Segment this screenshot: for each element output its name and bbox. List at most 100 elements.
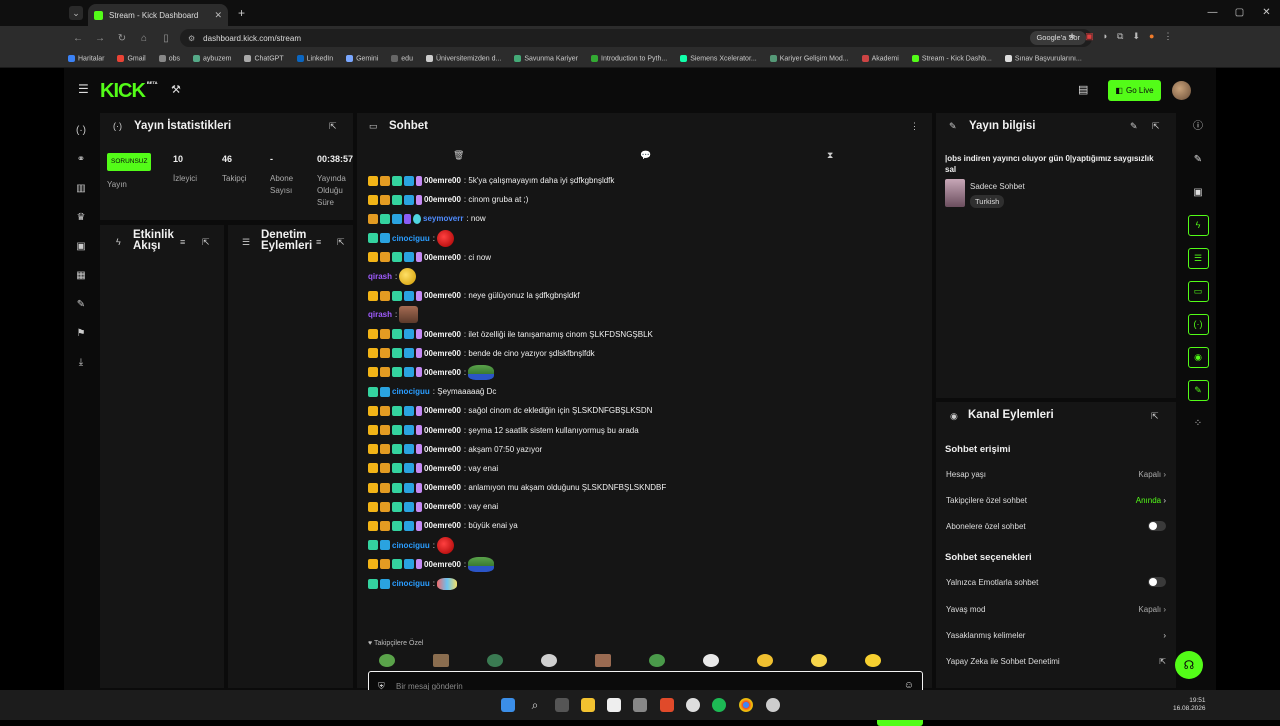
popout-icon[interactable]: ⇱ [1152, 121, 1160, 132]
followers-chat-row[interactable]: Takipçilere özel sohbet Anında › [946, 487, 1166, 513]
bookmark-item[interactable]: obs [158, 54, 180, 62]
chat-message[interactable]: seymoverr: now [368, 209, 928, 228]
chat-message[interactable]: 00emre00: büyük enai ya [368, 516, 928, 535]
chat-message[interactable]: qirash: [368, 267, 928, 286]
emote-icon[interactable] [865, 654, 881, 667]
analytics-icon[interactable]: ▥ [64, 183, 98, 199]
hamburger-menu-icon[interactable]: ☰ [78, 82, 89, 96]
chat-username[interactable]: 00emre00 [424, 426, 461, 435]
home-icon[interactable]: ⌂ [133, 33, 155, 44]
chat-message[interactable]: 00emre00: 5k'ya çalışmayayım daha iyi şd… [368, 171, 928, 190]
chat-username[interactable]: 00emre00 [424, 406, 461, 415]
downloads-icon[interactable]: ⬇ [1132, 31, 1140, 42]
banned-words-row[interactable]: Yasaklanmış kelimeler › [946, 622, 1166, 648]
bookmark-item[interactable]: ChatGPT [244, 54, 284, 62]
chat-toggle-icon[interactable]: ▭ [1187, 281, 1209, 302]
app-icon[interactable] [766, 698, 780, 712]
chat-message[interactable]: cinociguu: [368, 229, 928, 248]
chat-username[interactable]: seymoverr [423, 214, 463, 223]
chat-username[interactable]: 00emre00 [424, 464, 461, 473]
media-icon[interactable]: ▣ [1180, 182, 1216, 203]
community-icon[interactable]: ⚑ [64, 328, 98, 344]
chart-icon[interactable]: ▦ [64, 270, 98, 286]
file-explorer-icon[interactable] [581, 698, 595, 712]
chat-username[interactable]: 00emre00 [424, 195, 461, 204]
help-chat-icon[interactable]: ☊ [1175, 651, 1203, 679]
emote-icon[interactable] [811, 654, 827, 667]
chat-message-list[interactable]: 00emre00: 5k'ya çalışmayayım daha iyi şd… [368, 171, 928, 593]
profile-icon[interactable]: ● [1149, 31, 1154, 42]
bookmark-item[interactable]: Haritalar [68, 54, 104, 62]
chat-message[interactable]: 00emre00: vay enai [368, 459, 928, 478]
filter-icon[interactable]: ≡ [180, 237, 185, 247]
emote-icon[interactable] [487, 654, 503, 667]
tab-search-icon[interactable]: ⌄ [69, 6, 83, 20]
add-widget-icon[interactable]: ⁘ [1180, 413, 1216, 434]
stream-info-toggle-icon[interactable]: ✎ [1187, 380, 1209, 401]
app-icon[interactable] [633, 698, 647, 712]
info-icon[interactable]: ⓘ [1180, 116, 1216, 137]
pen-icon[interactable]: ✎ [1180, 149, 1216, 170]
maximize-icon[interactable]: ▢ [1226, 0, 1253, 26]
chat-message[interactable]: 00emre00: [368, 555, 928, 574]
kick-logo[interactable]: KICK BETA [100, 80, 157, 103]
hammer-icon[interactable]: ⚒ [171, 83, 181, 96]
chat-username[interactable]: 00emre00 [424, 502, 461, 511]
popout-icon[interactable]: ⇱ [337, 237, 345, 248]
bookmark-item[interactable]: Akademi [861, 54, 899, 62]
site-info-icon[interactable]: ⚙ [188, 34, 195, 43]
clock[interactable]: 19:51 16.08.2026 [1173, 697, 1206, 713]
wrench-icon[interactable]: ✎ [64, 299, 98, 315]
account-age-row[interactable]: Hesap yaşı Kapalı › [946, 461, 1166, 487]
chat-message[interactable]: cinociguu: Şeymaaaaağ Dc [368, 382, 928, 401]
avatar[interactable] [1172, 81, 1191, 100]
emote-icon[interactable] [703, 654, 719, 667]
chat-message[interactable]: 00emre00: anlamıyon mu akşam olduğunu ŞL… [368, 478, 928, 497]
trophy-icon[interactable]: ♛ [64, 212, 98, 228]
activity-toggle-icon[interactable]: ϟ [1187, 215, 1209, 236]
search-icon[interactable]: ⌕ [528, 698, 542, 712]
bookmark-item[interactable]: Stream - Kick Dashb... [911, 54, 992, 62]
star-icon[interactable]: ★ [1068, 31, 1076, 42]
bookmark-item[interactable]: Sınav Başvurularını... [1004, 54, 1082, 62]
bookmark-item[interactable]: aybuzem [193, 54, 231, 62]
extension-badge-icon[interactable]: ▣ [1085, 31, 1094, 42]
emote-icon[interactable] [433, 654, 449, 667]
popout-icon[interactable]: ⇱ [1151, 411, 1159, 422]
emote-icon[interactable] [379, 654, 395, 667]
app-icon[interactable] [686, 698, 700, 712]
extension-icon[interactable]: ◗ [1103, 31, 1108, 42]
chat-message[interactable]: 00emre00: ilet özelliği ile tanışamamış … [368, 325, 928, 344]
category-thumbnail[interactable] [945, 179, 965, 207]
sidepanel-icon[interactable]: ▯ [155, 33, 177, 44]
chat-username[interactable]: 00emre00 [424, 176, 461, 185]
emote-icon[interactable] [541, 654, 557, 667]
back-icon[interactable]: ← [67, 33, 89, 44]
chat-username[interactable]: cinociguu [392, 387, 430, 396]
chat-message[interactable]: 00emre00: akşam 07:50 yazıyor [368, 440, 928, 459]
chat-message[interactable]: 00emre00: [368, 363, 928, 382]
window-close-icon[interactable]: ✕ [1253, 0, 1280, 26]
download-icon[interactable]: ⤓ [64, 357, 98, 373]
puzzle-icon[interactable]: ⧉ [1117, 31, 1123, 42]
edit-pencil-icon[interactable]: ✎ [1130, 121, 1138, 132]
chat-message[interactable]: 00emre00: vay enai [368, 497, 928, 516]
link-icon[interactable]: ⚭ [64, 154, 98, 170]
forward-icon[interactable]: → [89, 33, 111, 44]
minimize-icon[interactable]: — [1199, 0, 1226, 26]
emote-icon[interactable] [595, 654, 611, 667]
spotify-icon[interactable] [712, 698, 726, 712]
chat-username[interactable]: 00emre00 [424, 521, 461, 530]
chat-username[interactable]: 00emre00 [424, 330, 461, 339]
menu-dots-icon[interactable]: ⋮ [1163, 31, 1172, 42]
chat-username[interactable]: 00emre00 [424, 483, 461, 492]
more-options-icon[interactable]: ⋮ [910, 121, 919, 132]
chat-username[interactable]: 00emre00 [424, 253, 461, 262]
new-tab-icon[interactable]: + [238, 6, 245, 20]
bookmark-item[interactable]: Siemens Xcelerator... [680, 54, 757, 62]
media-icon[interactable]: ▣ [64, 241, 98, 257]
close-tab-icon[interactable]: ✕ [214, 10, 222, 21]
chat-username[interactable]: 00emre00 [424, 368, 461, 377]
bookmark-item[interactable]: Gemini [346, 54, 378, 62]
task-view-icon[interactable] [555, 698, 569, 712]
